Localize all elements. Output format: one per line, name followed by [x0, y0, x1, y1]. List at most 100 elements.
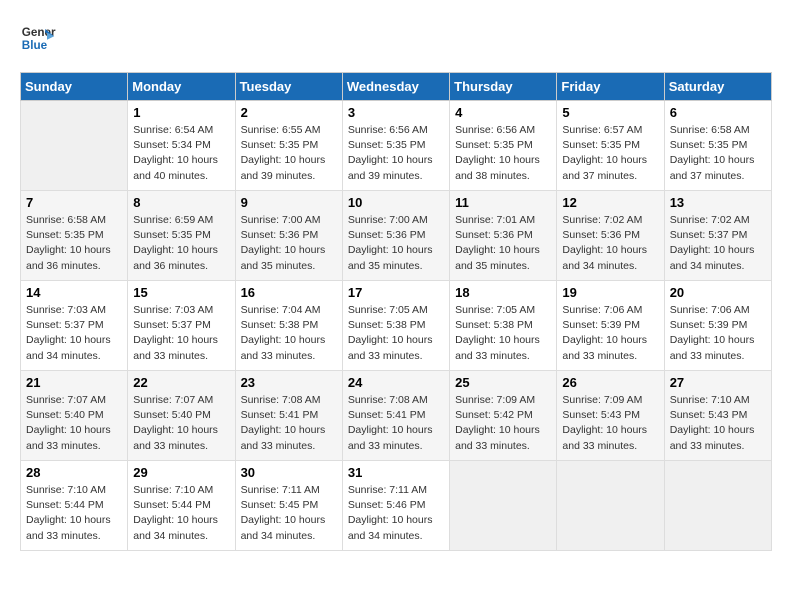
- day-number: 2: [241, 105, 337, 120]
- calendar-cell: 24Sunrise: 7:08 AMSunset: 5:41 PMDayligh…: [342, 371, 449, 461]
- day-info: Sunrise: 7:03 AMSunset: 5:37 PMDaylight:…: [26, 303, 122, 364]
- weekday-header-friday: Friday: [557, 73, 664, 101]
- day-number: 1: [133, 105, 229, 120]
- day-info: Sunrise: 7:04 AMSunset: 5:38 PMDaylight:…: [241, 303, 337, 364]
- calendar-cell: 19 Sunrise: 7:06 AMSunset: 5:39 PMDayligh…: [557, 281, 664, 371]
- day-number: 21: [26, 375, 122, 390]
- calendar-week-4: 21 Sunrise: 7:07 AMSunset: 5:40 PMDayligh…: [21, 371, 772, 461]
- day-number: 26: [562, 375, 658, 390]
- svg-text:Blue: Blue: [22, 39, 48, 52]
- weekday-header-wednesday: Wednesday: [342, 73, 449, 101]
- day-number: 20: [670, 285, 766, 300]
- day-number: 9: [241, 195, 337, 210]
- calendar-cell: 26 Sunrise: 7:09 AMSunset: 5:43 PMDayligh…: [557, 371, 664, 461]
- weekday-header-tuesday: Tuesday: [235, 73, 342, 101]
- day-number: 23: [241, 375, 337, 390]
- calendar-cell: 16 Sunrise: 7:04 AMSunset: 5:38 PMDayligh…: [235, 281, 342, 371]
- calendar-cell: 14 Sunrise: 7:03 AMSunset: 5:37 PMDayligh…: [21, 281, 128, 371]
- day-info: Sunrise: 6:56 AMSunset: 5:35 PMDaylight:…: [348, 123, 444, 184]
- calendar-cell: 21 Sunrise: 7:07 AMSunset: 5:40 PMDayligh…: [21, 371, 128, 461]
- day-number: 31: [348, 465, 444, 480]
- day-number: 15: [133, 285, 229, 300]
- weekday-header-saturday: Saturday: [664, 73, 771, 101]
- calendar-cell: 9 Sunrise: 7:00 AMSunset: 5:36 PMDaylight…: [235, 191, 342, 281]
- calendar-cell: 22Sunrise: 7:07 AMSunset: 5:40 PMDayligh…: [128, 371, 235, 461]
- day-number: 5: [562, 105, 658, 120]
- calendar-cell: [21, 101, 128, 191]
- day-info: Sunrise: 7:09 AMSunset: 5:43 PMDaylight:…: [562, 393, 658, 454]
- day-number: 14: [26, 285, 122, 300]
- day-number: 13: [670, 195, 766, 210]
- day-info: Sunrise: 6:54 AMSunset: 5:34 PMDaylight:…: [133, 123, 229, 184]
- weekday-header-row: SundayMondayTuesdayWednesdayThursdayFrid…: [21, 73, 772, 101]
- day-info: Sunrise: 7:06 AMSunset: 5:39 PMDaylight:…: [562, 303, 658, 364]
- day-info: Sunrise: 7:01 AMSunset: 5:36 PMDaylight:…: [455, 213, 551, 274]
- day-number: 11: [455, 195, 551, 210]
- day-number: 16: [241, 285, 337, 300]
- calendar-cell: 15 Sunrise: 7:03 AMSunset: 5:37 PMDayligh…: [128, 281, 235, 371]
- calendar-cell: 18Sunrise: 7:05 AMSunset: 5:38 PMDayligh…: [450, 281, 557, 371]
- weekday-header-sunday: Sunday: [21, 73, 128, 101]
- day-number: 25: [455, 375, 551, 390]
- calendar-cell: 5 Sunrise: 6:57 AMSunset: 5:35 PMDaylight…: [557, 101, 664, 191]
- day-info: Sunrise: 7:10 AMSunset: 5:44 PMDaylight:…: [26, 483, 122, 544]
- day-info: Sunrise: 7:00 AMSunset: 5:36 PMDaylight:…: [241, 213, 337, 274]
- header: General Blue: [20, 20, 772, 56]
- day-number: 12: [562, 195, 658, 210]
- calendar-cell: 4 Sunrise: 6:56 AMSunset: 5:35 PMDaylight…: [450, 101, 557, 191]
- day-info: Sunrise: 6:57 AMSunset: 5:35 PMDaylight:…: [562, 123, 658, 184]
- day-info: Sunrise: 6:58 AMSunset: 5:35 PMDaylight:…: [670, 123, 766, 184]
- day-number: 8: [133, 195, 229, 210]
- day-info: Sunrise: 7:05 AMSunset: 5:38 PMDaylight:…: [348, 303, 444, 364]
- day-number: 10: [348, 195, 444, 210]
- logo-icon: General Blue: [20, 20, 56, 56]
- day-number: 29: [133, 465, 229, 480]
- day-number: 3: [348, 105, 444, 120]
- calendar-cell: 30 Sunrise: 7:11 AMSunset: 5:45 PMDayligh…: [235, 461, 342, 551]
- day-number: 27: [670, 375, 766, 390]
- day-info: Sunrise: 7:10 AMSunset: 5:43 PMDaylight:…: [670, 393, 766, 454]
- day-info: Sunrise: 7:03 AMSunset: 5:37 PMDaylight:…: [133, 303, 229, 364]
- calendar-cell: 6 Sunrise: 6:58 AMSunset: 5:35 PMDaylight…: [664, 101, 771, 191]
- calendar-cell: 27 Sunrise: 7:10 AMSunset: 5:43 PMDayligh…: [664, 371, 771, 461]
- calendar-cell: [664, 461, 771, 551]
- day-info: Sunrise: 7:06 AMSunset: 5:39 PMDaylight:…: [670, 303, 766, 364]
- calendar-cell: 7 Sunrise: 6:58 AMSunset: 5:35 PMDaylight…: [21, 191, 128, 281]
- calendar-cell: 8Sunrise: 6:59 AMSunset: 5:35 PMDaylight…: [128, 191, 235, 281]
- day-number: 7: [26, 195, 122, 210]
- weekday-header-thursday: Thursday: [450, 73, 557, 101]
- day-info: Sunrise: 7:07 AMSunset: 5:40 PMDaylight:…: [133, 393, 229, 454]
- day-info: Sunrise: 6:55 AMSunset: 5:35 PMDaylight:…: [241, 123, 337, 184]
- calendar-cell: 10 Sunrise: 7:00 AMSunset: 5:36 PMDayligh…: [342, 191, 449, 281]
- day-number: 17: [348, 285, 444, 300]
- calendar-cell: 3 Sunrise: 6:56 AMSunset: 5:35 PMDaylight…: [342, 101, 449, 191]
- day-info: Sunrise: 7:08 AMSunset: 5:41 PMDaylight:…: [241, 393, 337, 454]
- day-number: 30: [241, 465, 337, 480]
- day-info: Sunrise: 7:11 AMSunset: 5:46 PMDaylight:…: [348, 483, 444, 544]
- calendar-week-2: 7 Sunrise: 6:58 AMSunset: 5:35 PMDaylight…: [21, 191, 772, 281]
- calendar-cell: 31 Sunrise: 7:11 AMSunset: 5:46 PMDayligh…: [342, 461, 449, 551]
- calendar-week-5: 28 Sunrise: 7:10 AMSunset: 5:44 PMDayligh…: [21, 461, 772, 551]
- calendar-week-1: 1 Sunrise: 6:54 AMSunset: 5:34 PMDaylight…: [21, 101, 772, 191]
- day-info: Sunrise: 7:05 AMSunset: 5:38 PMDaylight:…: [455, 303, 551, 364]
- calendar-cell: 11 Sunrise: 7:01 AMSunset: 5:36 PMDayligh…: [450, 191, 557, 281]
- day-number: 28: [26, 465, 122, 480]
- day-info: Sunrise: 7:02 AMSunset: 5:37 PMDaylight:…: [670, 213, 766, 274]
- day-info: Sunrise: 7:00 AMSunset: 5:36 PMDaylight:…: [348, 213, 444, 274]
- day-info: Sunrise: 6:56 AMSunset: 5:35 PMDaylight:…: [455, 123, 551, 184]
- calendar-cell: [450, 461, 557, 551]
- calendar-cell: 23 Sunrise: 7:08 AMSunset: 5:41 PMDayligh…: [235, 371, 342, 461]
- calendar-cell: 13 Sunrise: 7:02 AMSunset: 5:37 PMDayligh…: [664, 191, 771, 281]
- calendar-table: SundayMondayTuesdayWednesdayThursdayFrid…: [20, 72, 772, 551]
- day-number: 19: [562, 285, 658, 300]
- day-info: Sunrise: 7:11 AMSunset: 5:45 PMDaylight:…: [241, 483, 337, 544]
- calendar-cell: 28 Sunrise: 7:10 AMSunset: 5:44 PMDayligh…: [21, 461, 128, 551]
- day-number: 6: [670, 105, 766, 120]
- logo: General Blue: [20, 20, 56, 56]
- day-info: Sunrise: 6:58 AMSunset: 5:35 PMDaylight:…: [26, 213, 122, 274]
- day-info: Sunrise: 7:07 AMSunset: 5:40 PMDaylight:…: [26, 393, 122, 454]
- weekday-header-monday: Monday: [128, 73, 235, 101]
- day-number: 4: [455, 105, 551, 120]
- calendar-cell: 25Sunrise: 7:09 AMSunset: 5:42 PMDayligh…: [450, 371, 557, 461]
- day-info: Sunrise: 7:02 AMSunset: 5:36 PMDaylight:…: [562, 213, 658, 274]
